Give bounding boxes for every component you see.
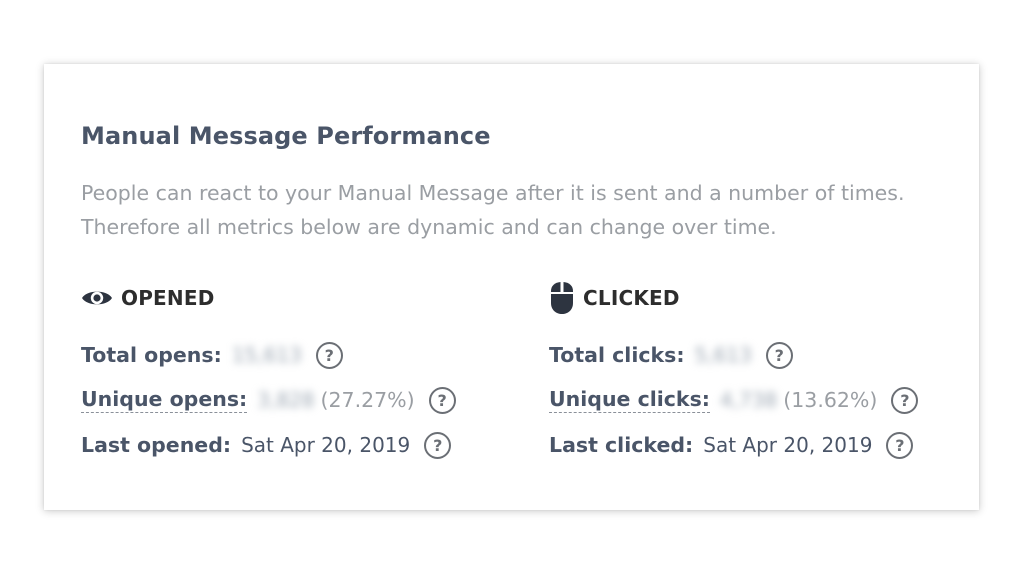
eye-icon (81, 287, 113, 309)
total-clicks-label: Total clicks: (549, 343, 685, 367)
opened-heading: OPENED (121, 286, 215, 310)
last-clicked-value: Sat Apr 20, 2019 (703, 433, 873, 457)
card-description: People can react to your Manual Message … (81, 176, 961, 244)
unique-opens-value: 3,828 (257, 388, 315, 412)
description-line-1: People can react to your Manual Message … (81, 181, 905, 205)
unique-opens-help-icon[interactable]: ? (428, 386, 456, 414)
clicked-heading: CLICKED (583, 286, 680, 310)
mouse-icon (549, 281, 575, 315)
unique-clicks-value: 4,738 (719, 388, 778, 412)
last-opened-row: Last opened: Sat Apr 20, 2019 ? (81, 430, 452, 460)
unique-opens-row: Unique opens: 3,828 (27.27%) ? (81, 385, 456, 415)
description-line-2: Therefore all metrics below are dynamic … (81, 215, 777, 239)
last-opened-value: Sat Apr 20, 2019 (241, 433, 411, 457)
total-opens-label: Total opens: (81, 343, 222, 367)
unique-clicks-label[interactable]: Unique clicks: (549, 387, 710, 413)
card-title: Manual Message Performance (81, 122, 491, 150)
last-clicked-label: Last clicked: (549, 433, 694, 457)
clicked-section: CLICKED Total clicks: 5,613 ? Unique cli… (549, 282, 919, 459)
total-clicks-row: Total clicks: 5,613 ? (549, 340, 793, 370)
last-clicked-help-icon[interactable]: ? (886, 431, 914, 459)
last-opened-help-icon[interactable]: ? (424, 431, 452, 459)
unique-opens-percent: (27.27%) (320, 388, 415, 412)
total-opens-value: 15,613 (231, 343, 302, 367)
total-clicks-help-icon[interactable]: ? (765, 341, 793, 369)
total-opens-help-icon[interactable]: ? (315, 341, 343, 369)
unique-opens-label[interactable]: Unique opens: (81, 387, 248, 413)
opened-section: OPENED Total opens: 15,613 ? Unique open… (81, 282, 456, 459)
unique-clicks-help-icon[interactable]: ? (891, 386, 919, 414)
unique-clicks-percent: (13.62%) (783, 388, 878, 412)
unique-clicks-row: Unique clicks: 4,738 (13.62%) ? (549, 385, 919, 415)
last-opened-label: Last opened: (81, 433, 232, 457)
performance-card: Manual Message Performance People can re… (44, 64, 979, 510)
total-clicks-value: 5,613 (694, 343, 752, 367)
clicked-header: CLICKED (549, 282, 680, 314)
last-clicked-row: Last clicked: Sat Apr 20, 2019 ? (549, 430, 914, 460)
total-opens-row: Total opens: 15,613 ? (81, 340, 343, 370)
opened-header: OPENED (81, 282, 215, 314)
